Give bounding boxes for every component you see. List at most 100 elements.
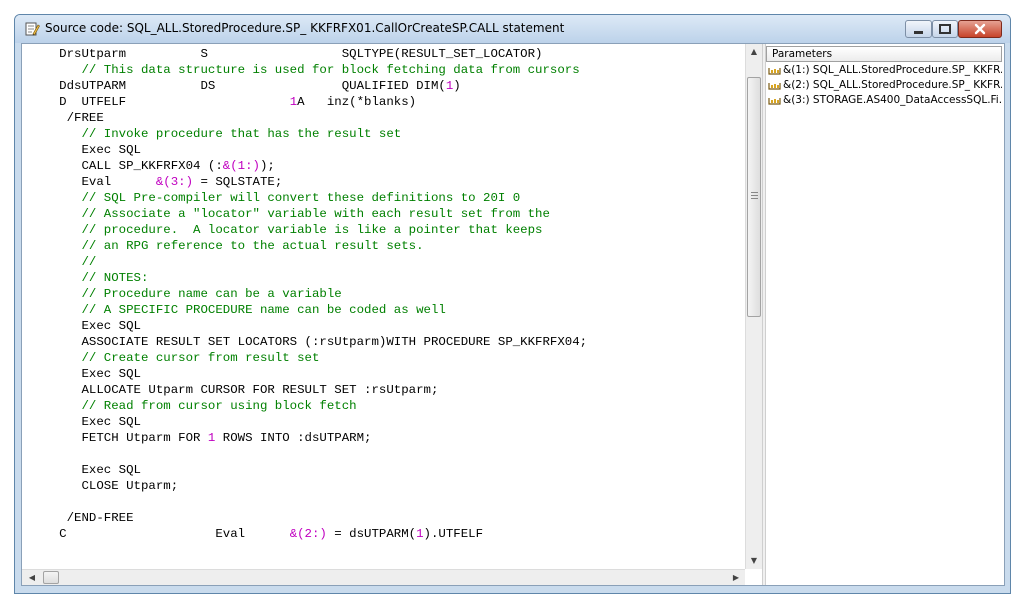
parameter-item[interactable]: &(1:) SQL_ALL.StoredProcedure.SP_ KKFR..… [768, 63, 1002, 78]
code-comment: // procedure. A locator variable is like… [22, 223, 543, 237]
code-line: DrsUtparm S SQLTYPE(RESULT_SET_LOCATOR) [22, 46, 587, 62]
close-button[interactable] [958, 20, 1002, 38]
scroll-left-arrow-icon[interactable]: ◀ [24, 570, 40, 585]
parameter-label: &(1:) SQL_ALL.StoredProcedure.SP_ KKFR..… [783, 64, 1002, 76]
maximize-icon [939, 24, 951, 34]
code-comment: // Procedure name can be a variable [22, 287, 342, 301]
code-line: // an RPG reference to the actual result… [22, 238, 587, 254]
code-line: // Associate a "locator" variable with e… [22, 206, 587, 222]
code-line: // Invoke procedure that has the result … [22, 126, 587, 142]
title-bar[interactable]: Source code: SQL_ALL.StoredProcedure.SP_… [15, 15, 1010, 43]
code-line: // [22, 254, 587, 270]
parameters-pane: Parameters &(1:) SQL_ALL.StoredProcedure… [766, 44, 1004, 585]
code-comment: // This data structure is used for block… [22, 63, 580, 77]
maximize-button[interactable] [932, 20, 958, 38]
code-text: ); [259, 159, 275, 173]
code-line: /END-FREE [22, 510, 587, 526]
minimize-button[interactable] [905, 20, 932, 38]
code-text: /END-FREE [22, 511, 134, 525]
horizontal-scrollbar[interactable]: ◀ ▶ [22, 569, 745, 585]
code-lines[interactable]: DrsUtparm S SQLTYPE(RESULT_SET_LOCATOR) … [22, 46, 587, 542]
code-comment: // SQL Pre-compiler will convert these d… [22, 191, 521, 205]
window-title: Source code: SQL_ALL.StoredProcedure.SP_… [45, 21, 565, 35]
code-text: /FREE [22, 111, 104, 125]
code-text: Exec SQL [22, 463, 141, 477]
code-text: CLOSE Utparm; [22, 479, 179, 493]
code-line: CALL SP_KKFRFX04 (:&(1:)); [22, 158, 587, 174]
code-text: Exec SQL [22, 143, 141, 157]
code-text: DdsUTPARM DS QUALIFIED DIM( [22, 79, 446, 93]
code-variable: &(1:) [222, 159, 260, 173]
code-line: DdsUTPARM DS QUALIFIED DIM(1) [22, 78, 587, 94]
code-text: DrsUtparm S SQLTYPE(RESULT_SET_LOCATOR) [22, 47, 543, 61]
code-comment: // NOTES: [22, 271, 149, 285]
code-line: // Procedure name can be a variable [22, 286, 587, 302]
code-line: C Eval &(2:) = dsUTPARM(1).UTFELF [22, 526, 587, 542]
code-comment: // Invoke procedure that has the result … [22, 127, 402, 141]
close-icon [974, 23, 986, 35]
source-code-pane[interactable]: DrsUtparm S SQLTYPE(RESULT_SET_LOCATOR) … [22, 44, 762, 585]
code-comment: // an RPG reference to the actual result… [22, 239, 424, 253]
code-line: Eval &(3:) = SQLSTATE; [22, 174, 587, 190]
vertical-scrollbar[interactable]: ▲ ▼ [745, 44, 762, 569]
code-line: Exec SQL [22, 318, 587, 334]
code-text: C Eval [22, 527, 290, 541]
scroll-up-arrow-icon[interactable]: ▲ [746, 44, 762, 60]
code-line: // A SPECIFIC PROCEDURE name can be code… [22, 302, 587, 318]
code-comment: // Read from cursor using block fetch [22, 399, 357, 413]
code-line: Exec SQL [22, 142, 587, 158]
code-variable: 1 [289, 95, 298, 109]
code-line: CLOSE Utparm; [22, 478, 587, 494]
parameter-item[interactable]: &(3:) STORAGE.AS400_DataAccessSQL.Fi... [768, 93, 1002, 108]
code-line: ASSOCIATE RESULT SET LOCATORS (:rsUtparm… [22, 334, 587, 350]
code-variable: &(3:) [155, 175, 194, 189]
code-text: ) [453, 79, 461, 93]
code-line: FETCH Utparm FOR 1 ROWS INTO :dsUTPARM; [22, 430, 587, 446]
parameter-item[interactable]: &(2:) SQL_ALL.StoredProcedure.SP_ KKFR..… [768, 78, 1002, 93]
code-line: // Read from cursor using block fetch [22, 398, 587, 414]
code-line: D UTFELF 1A inz(*blanks) [22, 94, 587, 110]
code-text: ALLOCATE Utparm CURSOR FOR RESULT SET :r… [22, 383, 439, 397]
code-comment: // [22, 255, 97, 269]
code-text: Exec SQL [22, 415, 141, 429]
code-line: /FREE [22, 110, 587, 126]
code-line: // NOTES: [22, 270, 587, 286]
code-comment: // Create cursor from result set [22, 351, 320, 365]
code-text: Exec SQL [22, 319, 141, 333]
code-text: A inz(*blanks) [297, 95, 417, 109]
source-code-window: Source code: SQL_ALL.StoredProcedure.SP_… [14, 14, 1011, 594]
parameter-label: &(2:) SQL_ALL.StoredProcedure.SP_ KKFR..… [783, 79, 1002, 91]
code-text: CALL SP_KKFRFX04 (: [22, 159, 223, 173]
code-line: Exec SQL [22, 366, 587, 382]
variable-icon [768, 67, 781, 75]
code-variable: 1 [416, 527, 424, 541]
horizontal-scroll-thumb[interactable] [43, 571, 59, 584]
edit-document-icon [25, 22, 40, 36]
code-line: Exec SQL [22, 414, 587, 430]
minimize-icon [914, 31, 923, 34]
code-line: // This data structure is used for block… [22, 62, 587, 78]
code-line: // SQL Pre-compiler will convert these d… [22, 190, 587, 206]
code-line: Exec SQL [22, 462, 587, 478]
code-text: = dsUTPARM( [326, 527, 417, 541]
code-comment: // A SPECIFIC PROCEDURE name can be code… [22, 303, 446, 317]
scroll-down-arrow-icon[interactable]: ▼ [746, 553, 762, 569]
code-comment: // Associate a "locator" variable with e… [22, 207, 550, 221]
code-line: ALLOCATE Utparm CURSOR FOR RESULT SET :r… [22, 382, 587, 398]
parameter-label: &(3:) STORAGE.AS400_DataAccessSQL.Fi... [783, 94, 1002, 106]
scroll-right-arrow-icon[interactable]: ▶ [728, 570, 744, 585]
code-text: Eval [22, 175, 156, 189]
code-line: // procedure. A locator variable is like… [22, 222, 587, 238]
code-text: = SQLSTATE; [193, 175, 283, 189]
code-text: Exec SQL [22, 367, 141, 381]
vertical-scroll-thumb[interactable] [747, 77, 761, 317]
code-text: ASSOCIATE RESULT SET LOCATORS (:rsUtparm… [22, 335, 588, 349]
code-text: D UTFELF [22, 95, 290, 109]
window-content: DrsUtparm S SQLTYPE(RESULT_SET_LOCATOR) … [21, 43, 1005, 586]
code-text: ).UTFELF [423, 527, 484, 541]
parameters-header[interactable]: Parameters [766, 46, 1002, 62]
code-variable: &(2:) [289, 527, 327, 541]
parameters-list: &(1:) SQL_ALL.StoredProcedure.SP_ KKFR..… [768, 63, 1002, 108]
